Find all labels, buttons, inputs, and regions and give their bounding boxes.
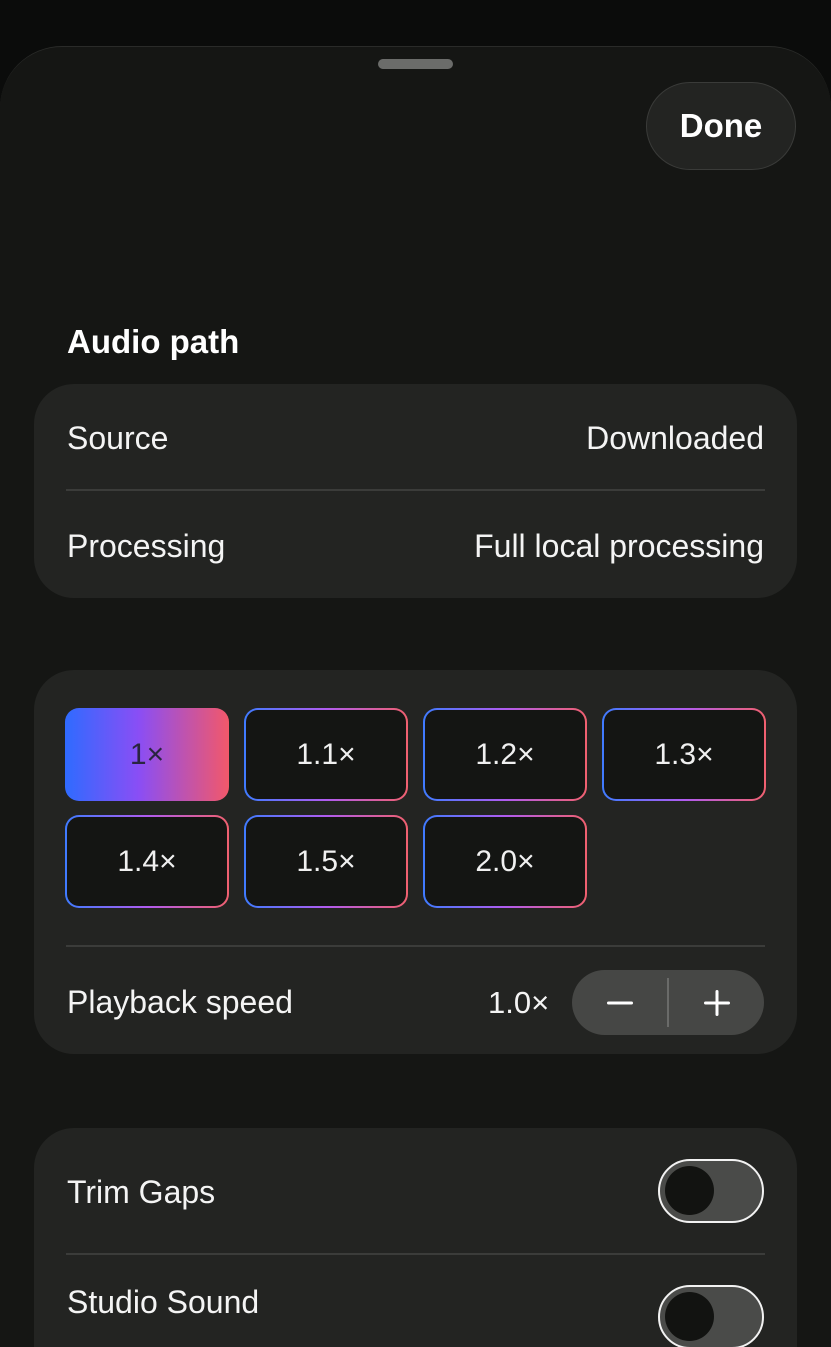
audio-path-title: Audio path: [67, 323, 240, 360]
trim-gaps-toggle[interactable]: [658, 1159, 764, 1223]
plus-icon: [703, 989, 730, 1016]
speed-chip-1-2x[interactable]: 1.2×: [423, 708, 587, 801]
audio-path-card: Source Downloaded Processing Full local …: [34, 384, 797, 598]
speed-chip-1-1x[interactable]: 1.1×: [244, 708, 408, 801]
toggle-knob: [665, 1166, 714, 1215]
minus-icon: [606, 1001, 633, 1004]
done-button[interactable]: Done: [646, 82, 796, 170]
row-divider: [66, 489, 765, 491]
toggles-card: Trim Gaps Studio Sound: [34, 1128, 797, 1347]
toggle-knob: [665, 1292, 714, 1341]
settings-sheet: Done Audio path Source Downloaded Proces…: [0, 46, 831, 1347]
speed-chip-1-3x[interactable]: 1.3×: [602, 708, 766, 801]
decrease-speed-button[interactable]: [572, 970, 667, 1035]
speed-chip-2-0x[interactable]: 2.0×: [423, 815, 587, 908]
trim-gaps-label: Trim Gaps: [67, 1173, 216, 1210]
speed-chip-1-4x[interactable]: 1.4×: [65, 815, 229, 908]
playback-speed-row: Playback speed: [67, 970, 387, 1035]
processing-value: Full local processing: [474, 527, 764, 564]
studio-sound-label: Studio Sound: [67, 1283, 260, 1320]
studio-sound-toggle[interactable]: [658, 1285, 764, 1347]
playback-speed-stepper: [572, 970, 764, 1035]
source-row: Source Downloaded: [67, 406, 764, 470]
toggle-divider: [66, 1253, 765, 1255]
speed-chip-1-5x[interactable]: 1.5×: [244, 815, 408, 908]
playback-speed-label: Playback speed: [67, 984, 293, 1020]
sheet-grabber[interactable]: [378, 59, 453, 69]
playback-speed-value: 1.0×: [488, 984, 550, 1020]
source-label: Source: [67, 419, 169, 456]
source-value: Downloaded: [586, 419, 764, 456]
speed-divider: [66, 945, 765, 947]
processing-label: Processing: [67, 527, 226, 564]
processing-row: Processing Full local processing: [67, 514, 764, 578]
speed-chip-1x[interactable]: 1×: [65, 708, 229, 801]
increase-speed-button[interactable]: [669, 970, 764, 1035]
playback-speed-card: 1× 1.1× 1.2× 1.3× 1.4× 1.5× 2.0× Playbac…: [34, 670, 797, 1054]
